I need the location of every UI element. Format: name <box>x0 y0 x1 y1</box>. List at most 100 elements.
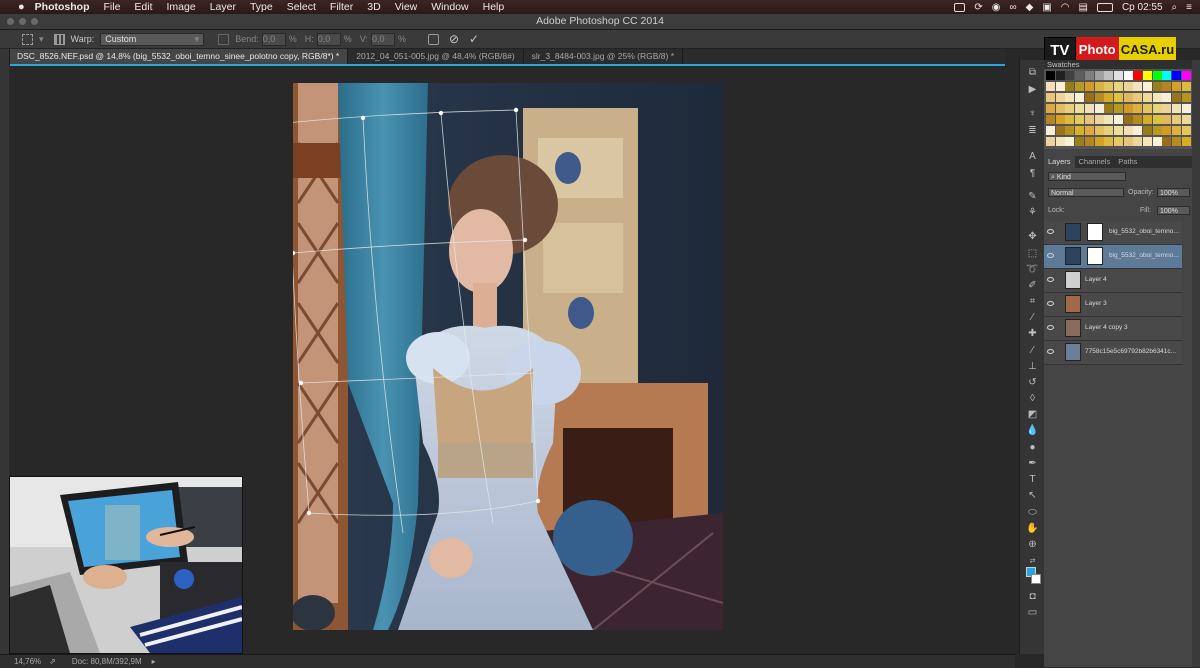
menu-file[interactable]: File <box>103 1 120 13</box>
pen-tool-icon[interactable]: ✒ <box>1026 457 1039 470</box>
swatch[interactable] <box>1055 115 1065 124</box>
layer-thumbnail[interactable] <box>1065 223 1081 241</box>
swatch[interactable] <box>1113 137 1123 146</box>
layer-row[interactable]: 7758c15e5c69792b82b6341c... <box>1044 341 1182 365</box>
swatches-tab[interactable]: Swatches <box>1044 60 1192 69</box>
swatch[interactable] <box>1181 104 1191 113</box>
blend-mode-select[interactable]: Normal <box>1048 188 1124 197</box>
hand-tool-icon[interactable]: ✋ <box>1026 522 1039 535</box>
swatch[interactable] <box>1162 93 1172 102</box>
layer-row[interactable]: big_5532_oboi_temno... <box>1044 245 1182 269</box>
quick-mask-icon[interactable]: ◘ <box>1026 590 1039 603</box>
swatch[interactable] <box>1123 82 1133 91</box>
zoom-tool-icon[interactable]: ⊕ <box>1026 538 1039 551</box>
swatch[interactable] <box>1046 71 1055 80</box>
swatch[interactable] <box>1055 104 1065 113</box>
layer-row[interactable]: big_5532_oboi_temno... <box>1044 221 1182 245</box>
swatch[interactable] <box>1104 82 1114 91</box>
swatch[interactable] <box>1152 71 1162 80</box>
swatch[interactable] <box>1181 115 1191 124</box>
swatch[interactable] <box>1143 71 1152 80</box>
swatch[interactable] <box>1046 115 1055 124</box>
swatch[interactable] <box>1065 93 1075 102</box>
swatch[interactable] <box>1075 104 1085 113</box>
swatch[interactable] <box>1094 137 1104 146</box>
swatch[interactable] <box>1123 93 1133 102</box>
v-input[interactable]: 0,0 <box>370 32 395 46</box>
swatch[interactable] <box>1181 126 1191 135</box>
swatch[interactable] <box>1181 137 1191 146</box>
swatch[interactable] <box>1065 71 1075 80</box>
visibility-eye-icon[interactable] <box>1047 253 1054 258</box>
cancel-transform-icon[interactable]: ⊘ <box>449 32 459 46</box>
fill-input[interactable]: 100% <box>1157 206 1190 215</box>
layer-thumbnail[interactable] <box>1065 247 1081 265</box>
swatch[interactable] <box>1123 126 1133 135</box>
properties-icon[interactable]: ≣ <box>1026 124 1039 137</box>
swatch[interactable] <box>1075 82 1085 91</box>
menu-filter[interactable]: Filter <box>330 1 353 13</box>
swatch[interactable] <box>1046 93 1055 102</box>
swatch[interactable] <box>1123 71 1133 80</box>
visibility-eye-icon[interactable] <box>1047 277 1054 282</box>
quick-select-tool-icon[interactable]: ✐ <box>1026 279 1039 292</box>
swatch[interactable] <box>1172 115 1182 124</box>
swatch[interactable] <box>1152 126 1162 135</box>
bend-input[interactable]: 0,0 <box>261 32 286 46</box>
swatch[interactable] <box>1113 104 1123 113</box>
swatch[interactable] <box>1104 137 1114 146</box>
swatch[interactable] <box>1133 104 1143 113</box>
swatch[interactable] <box>1152 137 1162 146</box>
export-icon[interactable]: ⇗ <box>49 657 56 666</box>
swatch[interactable] <box>1104 126 1114 135</box>
healing-brush-tool-icon[interactable]: ✚ <box>1026 327 1039 340</box>
swatch[interactable] <box>1133 71 1143 80</box>
list-icon[interactable]: ≡ <box>1186 2 1192 13</box>
swatch[interactable] <box>1084 126 1094 135</box>
swatch[interactable] <box>1143 104 1152 113</box>
layer-mask-thumbnail[interactable] <box>1087 247 1103 265</box>
paragraph-icon[interactable]: ¶ <box>1026 167 1039 180</box>
swatch[interactable] <box>1055 71 1065 80</box>
layer-row[interactable]: Layer 4 <box>1044 269 1182 293</box>
swatch[interactable] <box>1162 115 1172 124</box>
battery-icon[interactable] <box>1096 2 1113 12</box>
dodge-tool-icon[interactable]: ● <box>1026 441 1039 454</box>
lasso-tool-icon[interactable]: ➰ <box>1026 263 1039 276</box>
swatch[interactable] <box>1104 93 1114 102</box>
swatch[interactable] <box>1046 137 1055 146</box>
swatch[interactable] <box>1133 126 1143 135</box>
swatch[interactable] <box>1172 137 1182 146</box>
menu-view[interactable]: View <box>395 1 418 13</box>
menu-layer[interactable]: Layer <box>210 1 236 13</box>
tab-channels[interactable]: Channels <box>1075 156 1115 168</box>
flag-icon[interactable]: ▤ <box>1079 2 1088 13</box>
visibility-eye-icon[interactable] <box>1047 229 1054 234</box>
swatch[interactable] <box>1172 71 1182 80</box>
notification-icon[interactable] <box>954 2 966 12</box>
shape-tool-icon[interactable]: ⬭ <box>1026 506 1039 519</box>
swatch[interactable] <box>1055 82 1065 91</box>
adjustments-icon[interactable]: ♆ <box>1026 107 1039 120</box>
character-icon[interactable]: A <box>1026 150 1039 163</box>
screen-mode-icon[interactable]: ▭ <box>1026 606 1039 619</box>
layer-row[interactable]: Layer 3 <box>1044 293 1182 317</box>
move-tool-icon[interactable]: ✥ <box>1026 230 1039 243</box>
warp-toggle-icon[interactable] <box>427 33 439 45</box>
swatch[interactable] <box>1055 93 1065 102</box>
swatch[interactable] <box>1065 126 1075 135</box>
swatch[interactable] <box>1162 71 1172 80</box>
doc-size[interactable]: Doc: 80,8M/392,9M <box>72 657 142 666</box>
menu-help[interactable]: Help <box>483 1 505 13</box>
photo-image[interactable] <box>293 83 723 630</box>
actions-play-icon[interactable]: ▶ <box>1026 83 1039 96</box>
tab-dsc-8526[interactable]: DSC_8526.NEF.psd @ 14,8% (big_5532_oboi_… <box>9 49 349 64</box>
swatch[interactable] <box>1113 126 1123 135</box>
minimize-window-button[interactable] <box>19 18 26 25</box>
clock[interactable]: Ср 02:55 <box>1122 2 1163 13</box>
menu-3d[interactable]: 3D <box>367 1 380 13</box>
tab-paths[interactable]: Paths <box>1114 156 1141 168</box>
swatch[interactable] <box>1065 82 1075 91</box>
clone-stamp-tool-icon[interactable]: ⊥ <box>1026 360 1039 373</box>
swatch[interactable] <box>1084 115 1094 124</box>
